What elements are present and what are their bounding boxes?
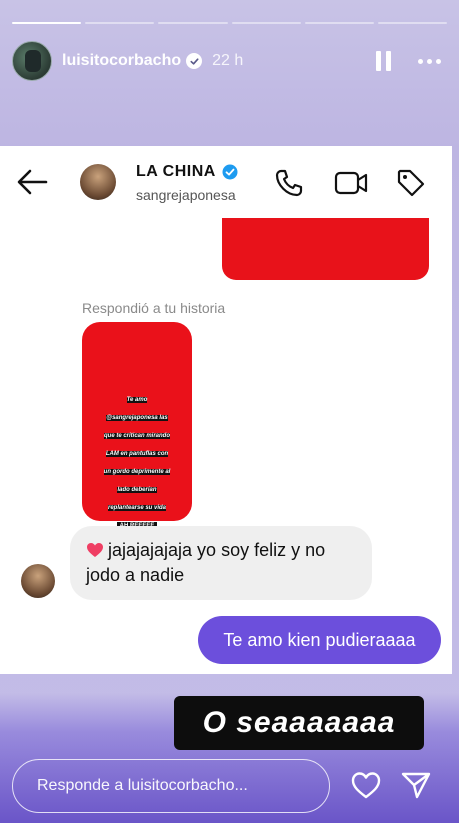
reply-input[interactable] — [12, 759, 330, 813]
caption-text: O seaaaaaaa — [202, 706, 396, 739]
progress-segment — [12, 22, 82, 24]
video-camera-icon — [334, 171, 368, 195]
incoming-message: jajajajajaja yo soy feliz y no jodo a na… — [70, 526, 372, 600]
contact-avatar — [80, 164, 116, 200]
sticker-line: que te critican mirando — [103, 433, 170, 439]
contact-handle: sangrejaponesa — [136, 187, 236, 203]
verified-icon — [186, 53, 203, 69]
progress-segment — [158, 22, 228, 24]
caption-sticker: O seaaaaaaa — [174, 696, 424, 750]
contact-info: LA CHINA sangrejaponesa — [136, 163, 238, 203]
sticker-line: un gordo deprimente al — [103, 469, 171, 475]
header-actions — [376, 51, 447, 71]
progress-segment — [304, 22, 374, 24]
progress-segment — [377, 22, 448, 24]
outgoing-message: Te amo kien pudieraaaa — [198, 616, 441, 664]
incoming-message-text: jajajajajaja yo soy feliz y no jodo a na… — [86, 540, 326, 585]
story-header: luisitocorbacho 22 h — [12, 40, 447, 82]
back-arrow-icon — [17, 169, 48, 195]
progress-segment — [231, 22, 301, 24]
sticker-line: replantearse su vida — [107, 505, 167, 511]
sender-avatar — [21, 564, 55, 598]
phone-icon — [275, 169, 303, 197]
replied-to-story-label: Respondió a tu historia — [82, 300, 226, 316]
avatar[interactable] — [12, 41, 52, 81]
story-thumbnail: Te amo @sangrejaponesa las que te critic… — [82, 322, 192, 530]
sticker-line: lado deberían — [117, 487, 157, 493]
sticker-line: @sangrejaponesa las — [106, 415, 168, 421]
verified-icon — [222, 164, 238, 180]
send-icon[interactable] — [400, 770, 432, 800]
outgoing-message-text: Te amo kien pudieraaaa — [223, 629, 416, 650]
story-sticker-text: Te amo @sangrejaponesa las que te critic… — [92, 388, 182, 532]
story-username[interactable]: luisitocorbacho — [62, 52, 181, 70]
contact-name: LA CHINA — [136, 163, 216, 180]
sticker-line: LAM en pantuflas con — [105, 451, 169, 457]
story-progress — [12, 22, 448, 24]
pause-icon[interactable] — [376, 51, 394, 71]
heart-icon[interactable] — [350, 770, 382, 800]
story-time: 22 h — [212, 52, 244, 69]
dm-header: LA CHINA sangrejaponesa — [0, 146, 452, 218]
dm-screenshot: LA CHINA sangrejaponesa Respondió a tu h… — [0, 146, 452, 674]
sticker-line: Te amo — [126, 397, 148, 403]
tag-icon — [397, 169, 425, 197]
heart-emoji-icon — [87, 543, 103, 557]
previous-message-media — [222, 218, 429, 280]
contact-name-row: LA CHINA — [136, 163, 238, 181]
more-icon[interactable] — [418, 58, 447, 64]
progress-segment — [85, 22, 155, 24]
